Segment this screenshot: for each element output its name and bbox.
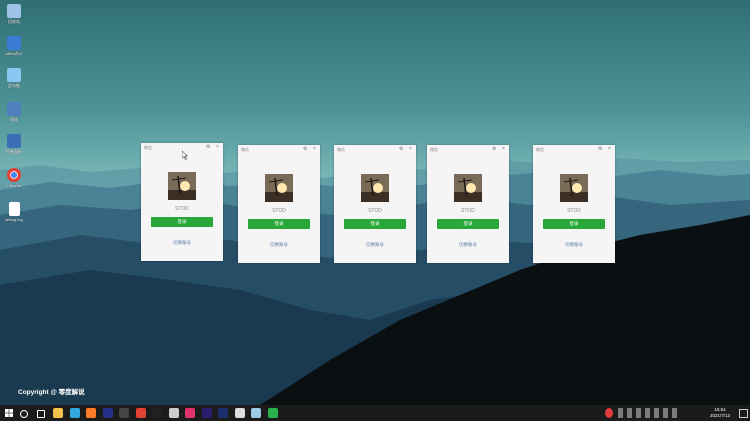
desktop-icon-network[interactable]: 网络 (2, 102, 26, 122)
switch-account-link[interactable]: 切换账号 (334, 242, 416, 248)
wechat-login-window[interactable]: 微信 ⚙ × STOD 登录 切换账号 (427, 145, 509, 263)
system-tray-icons[interactable] (618, 408, 678, 418)
media-icon[interactable] (168, 408, 179, 418)
window-title: 微信 (241, 147, 249, 152)
avatar (361, 174, 389, 202)
switch-account-link[interactable]: 切换账号 (238, 242, 320, 248)
close-icon[interactable]: × (216, 144, 219, 150)
mouse-cursor-icon (182, 151, 188, 160)
settings-icon[interactable]: ⚙ (206, 144, 210, 150)
network-icon (7, 102, 21, 116)
account-name: STOD (175, 206, 189, 212)
desktop-icon-chrome[interactable]: Chrome (2, 168, 26, 188)
settings-icon[interactable]: ⚙ (598, 146, 602, 152)
account-name: STOD (461, 208, 475, 214)
office-icon (7, 36, 21, 50)
wechat-login-window[interactable]: 微信 ⚙ × STOD 登录 切换账号 (334, 145, 416, 263)
file-explorer-icon[interactable] (53, 408, 63, 418)
desktop-icon-label: 回收站 (8, 19, 20, 24)
close-icon[interactable]: × (608, 146, 611, 152)
avatar (265, 174, 293, 202)
control-panel-icon (7, 134, 21, 148)
tray-notification-icon[interactable] (605, 408, 613, 418)
login-button[interactable]: 登录 (437, 219, 499, 229)
chrome-icon (7, 168, 21, 182)
desktop-icon-debug-log[interactable]: debug.log (2, 202, 26, 222)
notepad-icon[interactable] (251, 408, 261, 418)
close-icon[interactable]: × (313, 146, 316, 152)
chrome-icon[interactable] (135, 408, 146, 418)
computer-icon (7, 68, 21, 82)
desktop-icon-computer[interactable]: 此电脑 (2, 68, 26, 88)
avatar (454, 174, 482, 202)
taskbar-clock[interactable]: 15:54 2021/7/13 (706, 407, 734, 418)
settings-icon[interactable]: ⚙ (399, 146, 403, 152)
windows-start-icon[interactable] (4, 408, 14, 418)
account-name: STOD (272, 208, 286, 214)
firefox-icon[interactable] (86, 408, 96, 418)
after-effects-icon[interactable] (218, 408, 228, 418)
desktop-icon-label: 此电脑 (8, 83, 20, 88)
desktop-icon-office[interactable]: office办公 (2, 36, 26, 56)
task-view-icon[interactable] (36, 410, 45, 418)
terminal-icon[interactable] (152, 408, 162, 418)
account-name: STOD (368, 208, 382, 214)
login-button[interactable]: 登录 (344, 219, 406, 229)
recycle-bin-icon (7, 4, 21, 18)
switch-account-link[interactable]: 切换账号 (427, 242, 509, 248)
photoshop-icon[interactable] (102, 408, 113, 418)
avatar (168, 172, 196, 200)
settings-icon[interactable]: ⚙ (492, 146, 496, 152)
settings-icon[interactable]: ⚙ (303, 146, 307, 152)
premiere-icon[interactable] (201, 408, 212, 418)
login-button[interactable]: 登录 (151, 217, 213, 227)
login-button[interactable]: 登录 (248, 219, 310, 229)
window-title: 微信 (337, 147, 345, 152)
pen-app-icon[interactable] (119, 408, 129, 418)
wechat-login-window[interactable]: 微信 ⚙ × STOD 登录 切换账号 (141, 143, 223, 261)
desktop-icon-label: 控制面板 (6, 149, 22, 154)
desktop-icon-control-panel[interactable]: 控制面板 (2, 134, 26, 154)
window-title: 微信 (144, 145, 152, 150)
desktop-icon-label: 网络 (10, 117, 18, 122)
copyright-watermark: Copyright @ 零度解说 (18, 389, 85, 396)
desktop-icon-label: Chrome (6, 183, 22, 188)
wechat-login-window[interactable]: 微信 ⚙ × STOD 登录 切换账号 (238, 145, 320, 263)
desktop-icon-label: debug.log (5, 217, 23, 222)
file-icon (8, 202, 20, 216)
switch-account-link[interactable]: 切换账号 (533, 242, 615, 248)
switch-account-link[interactable]: 切换账号 (141, 240, 223, 246)
account-name: STOD (567, 208, 581, 214)
avatar (560, 174, 588, 202)
taskbar: 15:54 2021/7/13 (0, 405, 750, 421)
notification-center-icon[interactable] (739, 409, 748, 418)
login-button[interactable]: 登录 (543, 219, 605, 229)
clock-date: 2021/7/13 (709, 412, 731, 418)
wechat-login-window[interactable]: 微信 ⚙ × STOD 登录 切换账号 (533, 145, 615, 263)
edge-icon[interactable] (69, 408, 80, 418)
search-icon[interactable] (20, 410, 28, 418)
desktop: 回收站 office办公 此电脑 网络 控制面板 Chrome debug.lo… (0, 0, 750, 405)
desktop-icon-recycle-bin[interactable]: 回收站 (2, 4, 26, 24)
close-icon[interactable]: × (502, 146, 505, 152)
close-icon[interactable]: × (409, 146, 412, 152)
pink-app-icon[interactable] (185, 408, 195, 418)
wechat-icon[interactable] (267, 408, 278, 418)
desktop-icon-label: office办公 (5, 51, 23, 56)
window-title: 微信 (430, 147, 438, 152)
clock-app-icon[interactable] (234, 408, 245, 418)
window-title: 微信 (536, 147, 544, 152)
